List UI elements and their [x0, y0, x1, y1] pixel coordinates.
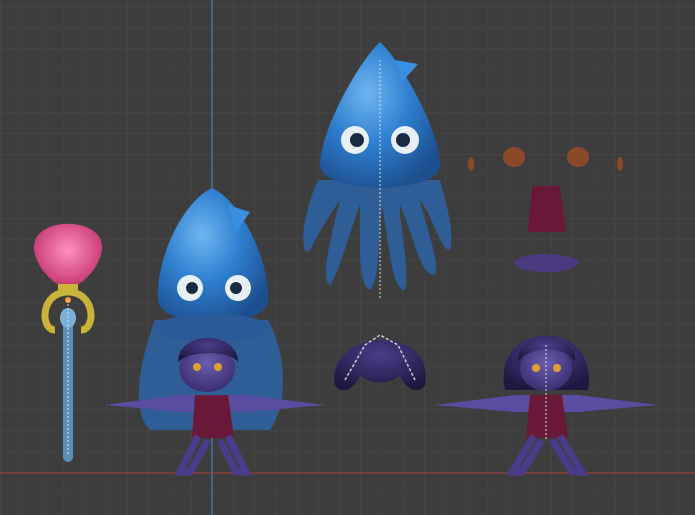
- squid-pupil-left: [350, 133, 364, 147]
- eyebrow-far-right: [617, 157, 623, 171]
- base-eye-left: [532, 364, 540, 372]
- hat-pupil-left: [186, 282, 198, 294]
- squid-pupil-right: [396, 133, 410, 147]
- hood-rim: [154, 314, 270, 342]
- staff-collar: [58, 284, 78, 292]
- character-eye-right: [214, 363, 222, 371]
- hat-pupil-right: [230, 282, 242, 294]
- character-dress: [192, 395, 234, 438]
- belt-ring-object[interactable]: [514, 254, 578, 272]
- base-eye-right: [553, 364, 561, 372]
- dress-piece-object[interactable]: [528, 186, 566, 232]
- base-dress: [526, 395, 568, 438]
- 3d-viewport[interactable]: [0, 0, 695, 515]
- grid-lines: [0, 0, 695, 515]
- eyebrow-far-left: [468, 157, 474, 171]
- character-eye-left: [193, 363, 201, 371]
- eyebrow-right: [567, 147, 589, 167]
- eyebrow-left: [503, 147, 525, 167]
